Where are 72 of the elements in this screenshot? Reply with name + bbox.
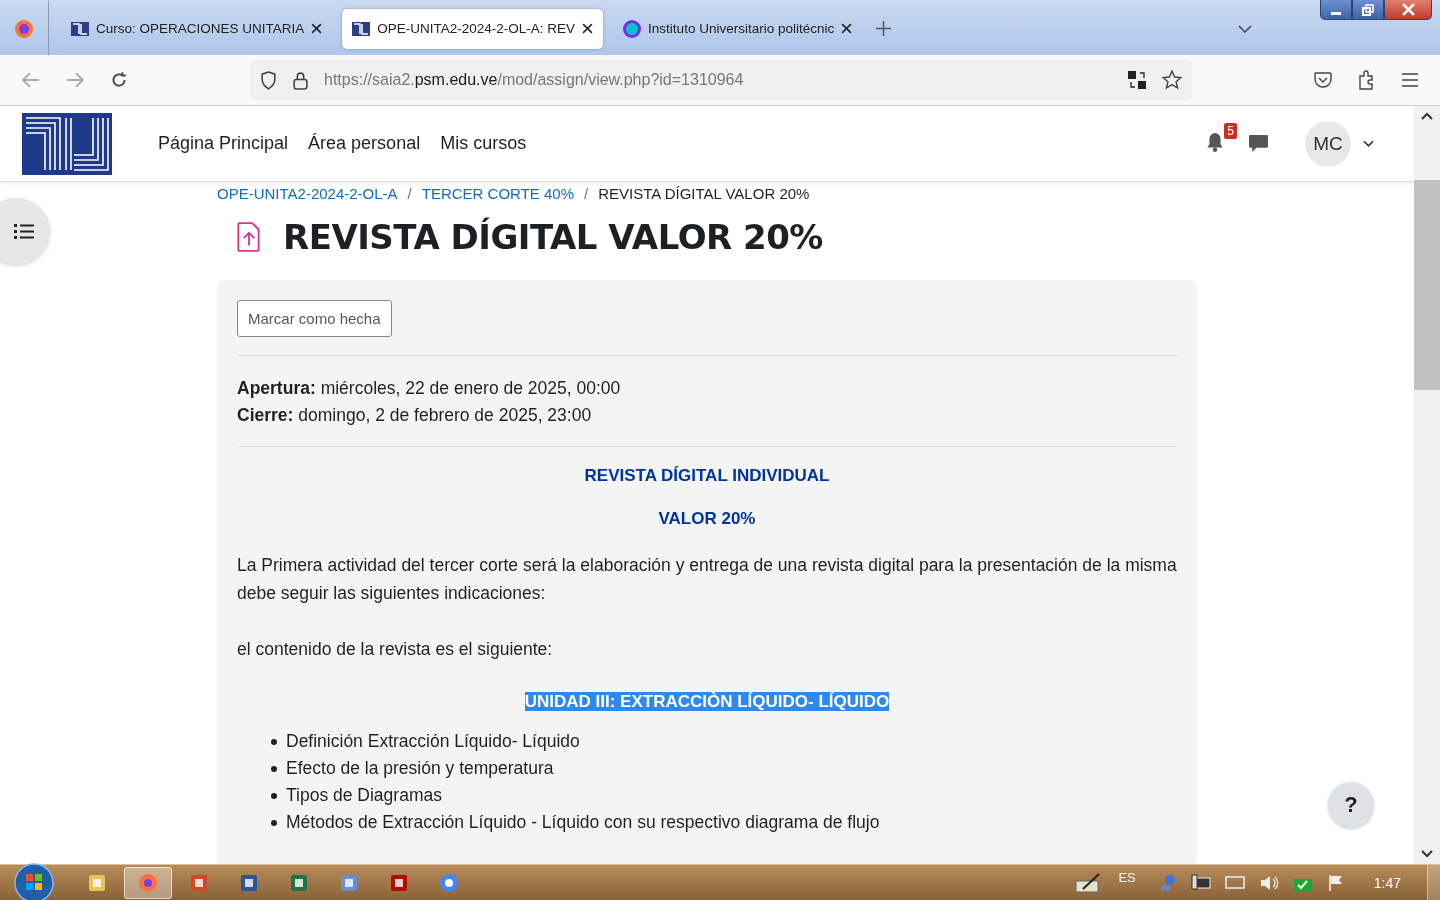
start-button[interactable] [14, 862, 54, 900]
close-icon [1401, 3, 1415, 16]
breadcrumb-link[interactable]: OPE-UNITA2-2024-2-OL-A [217, 184, 398, 202]
paragraph: el contenido de la revista es el siguiente: [237, 638, 554, 661]
section-heading: REVISTA DÍGITAL INDIVIDUAL [584, 466, 830, 485]
close-icon[interactable] [582, 23, 594, 34]
chat-icon[interactable] [1248, 133, 1269, 154]
new-tab-icon[interactable] [876, 21, 892, 36]
restore-button[interactable] [1352, 0, 1384, 20]
pocket-icon[interactable] [1314, 72, 1332, 88]
date-line: Apertura: miércoles, 22 de enero de 2025, 00:00 [237, 378, 622, 399]
mark-done-button[interactable]: Marcar como hecha [237, 300, 392, 337]
pen-tablet-icon[interactable] [1075, 872, 1102, 893]
bullet-icon [271, 765, 277, 772]
paragraph: La Primera actividad del tercer corte será la elaboración y entrega de una revista digital para la presentación de la misma debe seguir las siguientes indicaciones: [237, 554, 1177, 605]
url-text: https://saia2.psm.edu.ve/mod/assign/view.php?id=1310964 [324, 71, 744, 89]
address-bar[interactable]: https://saia2.psm.edu.ve/mod/assign/view.php?id=1310964 [250, 60, 1192, 100]
canva-logo-icon [623, 19, 642, 38]
caret-icon[interactable] [1363, 139, 1374, 148]
list-item: Tipos de Diagramas [286, 784, 442, 807]
close-icon[interactable] [841, 23, 853, 34]
star-icon[interactable] [1162, 70, 1182, 90]
extensions-icon[interactable] [1358, 70, 1376, 90]
translate-icon[interactable] [1128, 71, 1146, 89]
tab-list-icon[interactable] [1238, 24, 1252, 33]
restore-icon [1362, 3, 1374, 16]
list-item: Métodos de Extracción Líquido - Líquido con su respectivo diagrama de flujo [286, 811, 880, 834]
bullet-icon [271, 819, 277, 826]
scrollbar[interactable] [1414, 106, 1440, 864]
scroll-down-icon[interactable] [1421, 850, 1433, 858]
scroll-up-icon[interactable] [1421, 112, 1433, 120]
breadcrumb-current: REVISTA DÍGITAL VALOR 20% [598, 184, 810, 202]
browser-tab[interactable]: OPE-UNITA2-2024-2-OL-A: REV [342, 8, 604, 49]
shield-icon [260, 70, 277, 90]
section-heading: VALOR 20% [658, 509, 756, 528]
flag-icon[interactable] [1326, 873, 1345, 892]
monitor-icon[interactable] [1224, 874, 1245, 891]
course-index-button[interactable] [0, 198, 50, 264]
close-window-button[interactable] [1384, 0, 1432, 20]
institute-logo[interactable] [22, 112, 112, 175]
nav-link[interactable]: Mis cursos [440, 133, 527, 154]
list-item: Efecto de la presión y temperatura [286, 757, 554, 780]
breadcrumb-separator: / [584, 184, 589, 202]
taskbar-app[interactable] [124, 866, 172, 899]
nav-link[interactable]: Área personal [308, 133, 421, 154]
close-icon[interactable] [311, 23, 323, 34]
reload-icon[interactable] [110, 71, 128, 89]
help-button[interactable]: ? [1328, 782, 1374, 828]
bullet-icon [271, 792, 277, 799]
bullet-icon [271, 738, 277, 745]
browser-tab[interactable]: Instituto Universitario politécnic [613, 8, 863, 49]
breadcrumb-link[interactable]: TERCER CORTE 40% [421, 184, 575, 202]
breadcrumb-separator: / [407, 184, 412, 202]
minimize-button[interactable] [1320, 0, 1352, 20]
menu-icon[interactable] [1402, 73, 1418, 87]
list-item: Definición Extracción Líquido- Líquido [286, 730, 580, 753]
selected-heading: UNIDAD III: EXTRACCIÒN LÍQUIDO- LÍQUIDO [524, 692, 890, 711]
nav-link[interactable]: Página Principal [158, 133, 289, 154]
browser-tab[interactable]: Curso: OPERACIONES UNITARIA [61, 8, 333, 49]
user-avatar[interactable]: MC [1305, 120, 1351, 167]
minimize-icon [1331, 12, 1341, 15]
date-line: Cierre: domingo, 2 de febrero de 2025, 23:00 [237, 405, 593, 426]
clock[interactable]: 1:47 [1373, 874, 1401, 891]
computer-icon[interactable] [1190, 873, 1211, 892]
page-title: REVISTA DÍGITAL VALOR 20% [283, 217, 823, 257]
speaker-icon[interactable] [1258, 873, 1279, 892]
assignment-icon [237, 222, 261, 252]
notification-count: 5 [1224, 122, 1237, 139]
list-icon [14, 223, 34, 239]
firefox-icon[interactable] [14, 18, 34, 39]
bell-icon[interactable] [1206, 131, 1224, 152]
lock-icon [293, 70, 308, 90]
